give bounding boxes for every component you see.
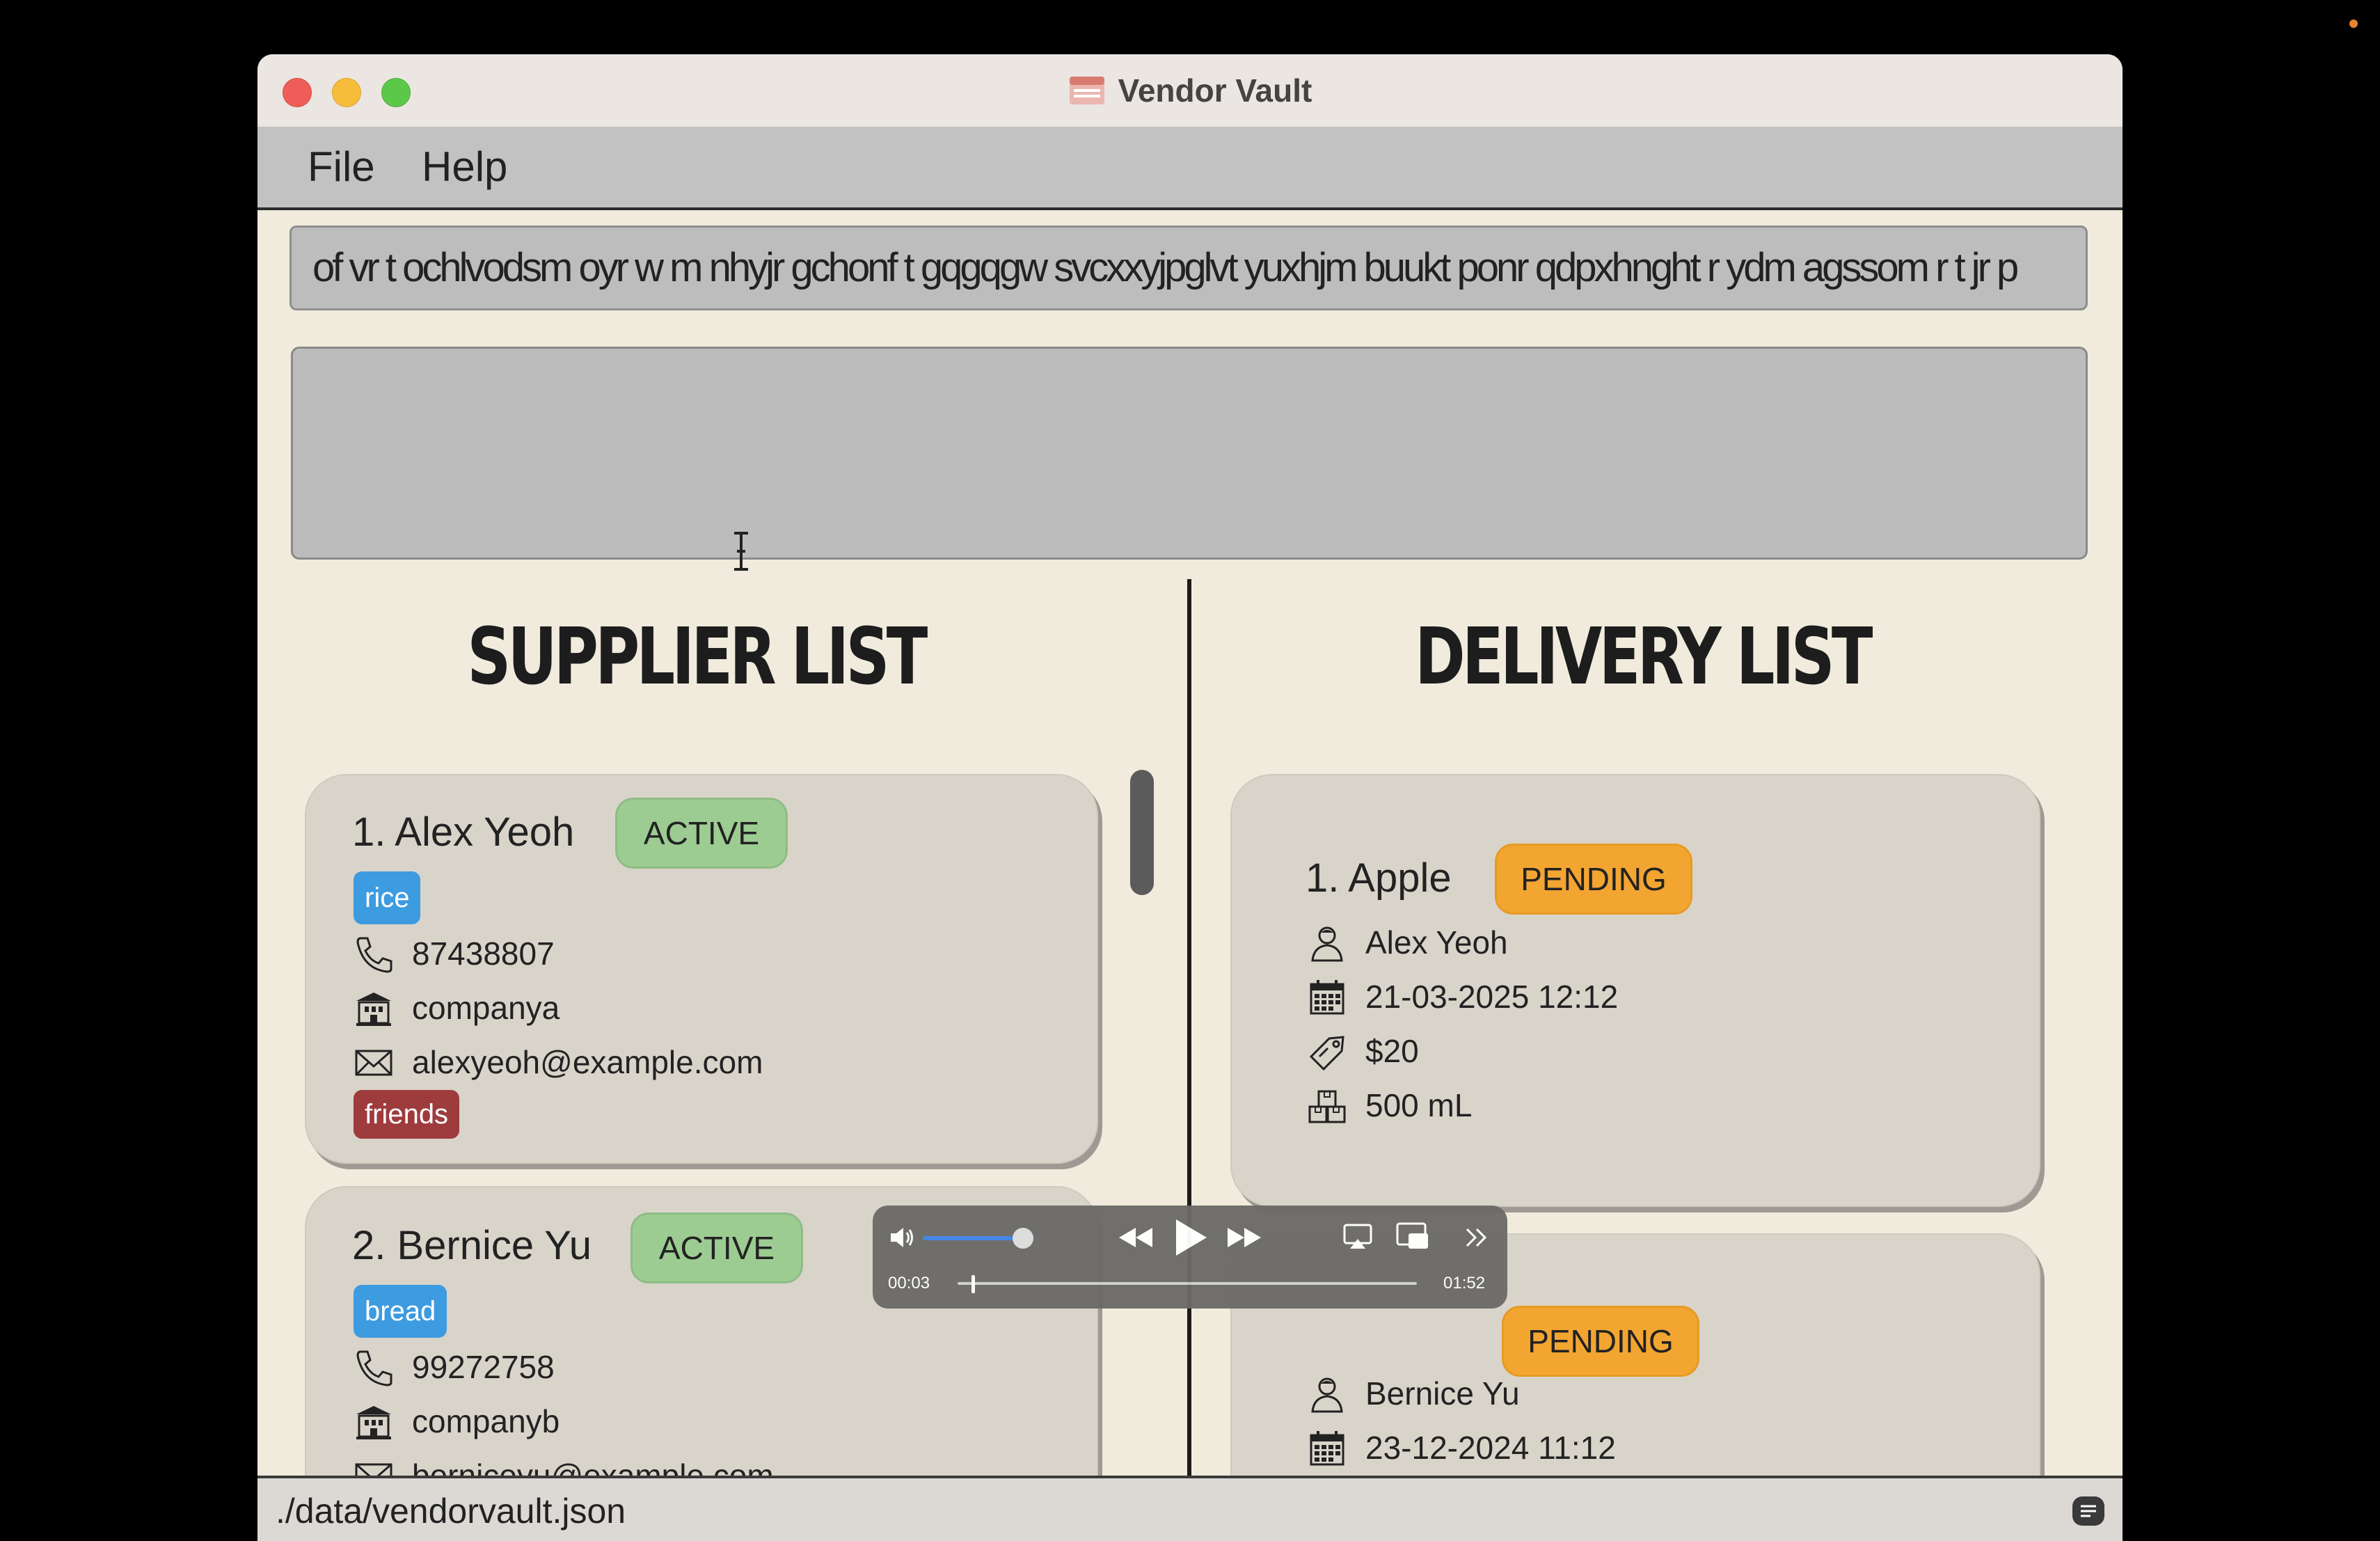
elapsed-time: 00:03 bbox=[888, 1274, 930, 1293]
status-bar: ./data/vendorvault.json bbox=[257, 1476, 2123, 1541]
supplier-list-scrollbar[interactable] bbox=[1130, 770, 1154, 895]
title-bar: Vendor Vault bbox=[257, 54, 2123, 128]
text-cursor bbox=[2087, 254, 2088, 287]
duration-time: 01:52 bbox=[1443, 1274, 1486, 1293]
play-icon[interactable] bbox=[1171, 1217, 1209, 1258]
seek-knob[interactable] bbox=[971, 1275, 975, 1293]
cost-text: $20 bbox=[1365, 1033, 1419, 1069]
calendar-icon bbox=[1310, 980, 1344, 1015]
supplier-text: Bernice Yu bbox=[1365, 1375, 1520, 1412]
data-file-path: ./data/vendorvault.json bbox=[276, 1492, 626, 1531]
supplier-name: 1. Alex Yeoh bbox=[352, 809, 575, 855]
building-icon bbox=[356, 993, 391, 1026]
list-divider bbox=[1187, 579, 1191, 1526]
status-badge: PENDING bbox=[1502, 1306, 1699, 1377]
rewind-icon[interactable] bbox=[1116, 1225, 1155, 1250]
delivery-product: 1. Apple bbox=[1306, 855, 1452, 901]
datetime-text: 21-03-2025 12:12 bbox=[1365, 979, 1619, 1015]
company-text: companya bbox=[412, 990, 560, 1026]
label-tag: friends bbox=[354, 1090, 460, 1139]
status-badge: ACTIVE bbox=[615, 798, 788, 869]
live-text-icon[interactable] bbox=[2071, 1495, 2106, 1527]
quantity-text: 500 mL bbox=[1365, 1087, 1473, 1123]
phone-text: 87438807 bbox=[412, 935, 555, 972]
phone-icon bbox=[356, 1350, 392, 1386]
envelope-icon bbox=[355, 1050, 392, 1076]
seek-bar[interactable] bbox=[958, 1282, 1417, 1285]
recording-indicator bbox=[2349, 19, 2358, 28]
more-chevrons-icon[interactable] bbox=[1464, 1225, 1489, 1250]
email-text: alexyeoh@example.com bbox=[412, 1044, 763, 1080]
window-title: Vendor Vault bbox=[257, 54, 2123, 127]
menu-file[interactable]: File bbox=[308, 127, 375, 207]
window-title-text: Vendor Vault bbox=[1118, 72, 1312, 109]
airplay-icon[interactable] bbox=[1343, 1224, 1372, 1250]
calendar-icon bbox=[1310, 1431, 1344, 1466]
phone-text: 99272758 bbox=[412, 1349, 555, 1385]
person-icon bbox=[1311, 1377, 1343, 1413]
menu-bar: File Help bbox=[257, 127, 2123, 210]
ibeam-cursor-icon bbox=[734, 532, 748, 571]
media-player-overlay[interactable]: 00:03 01:52 bbox=[873, 1206, 1507, 1309]
delivery-card[interactable]: 1. Apple PENDING Alex Yeoh 21-03-2025 12… bbox=[1230, 774, 2040, 1207]
command-input[interactable]: of vr t ochlvodsm oyr w m nhyjr gchonf t… bbox=[289, 226, 2088, 310]
datetime-text: 23-12-2024 11:12 bbox=[1365, 1430, 1616, 1466]
product-tag: bread bbox=[354, 1285, 447, 1338]
product-tag: rice bbox=[354, 871, 421, 924]
boxes-icon bbox=[1308, 1090, 1346, 1123]
status-badge: PENDING bbox=[1495, 844, 1692, 915]
menu-help[interactable]: Help bbox=[422, 127, 507, 207]
fast-forward-icon[interactable] bbox=[1225, 1225, 1264, 1250]
company-text: companyb bbox=[412, 1403, 560, 1439]
supplier-card[interactable]: 1. Alex Yeoh ACTIVE rice 87438807 compan… bbox=[305, 774, 1098, 1164]
status-badge: ACTIVE bbox=[630, 1212, 803, 1283]
building-icon bbox=[356, 1406, 391, 1439]
delivery-list-panel[interactable]: 1. Apple PENDING Alex Yeoh 21-03-2025 12… bbox=[1211, 713, 2109, 1499]
price-tag-icon bbox=[1309, 1036, 1344, 1070]
delivery-list-heading: DELIVERY LIST bbox=[1415, 612, 1873, 702]
supplier-text: Alex Yeoh bbox=[1365, 924, 1508, 961]
supplier-name: 2. Bernice Yu bbox=[352, 1223, 592, 1268]
supplier-list-heading: SUPPLIER LIST bbox=[467, 612, 928, 702]
person-icon bbox=[1311, 926, 1343, 962]
result-display[interactable] bbox=[291, 347, 2088, 560]
supplier-list-panel[interactable]: 1. Alex Yeoh ACTIVE rice 87438807 compan… bbox=[285, 713, 1165, 1499]
volume-knob[interactable] bbox=[1013, 1228, 1033, 1249]
command-input-text: of vr t ochlvodsm oyr w m nhyjr gchonf t… bbox=[312, 245, 2019, 290]
app-window: Vendor Vault File Help of vr t ochlvodsm… bbox=[257, 54, 2123, 1541]
volume-icon[interactable] bbox=[888, 1225, 916, 1250]
app-icon bbox=[1069, 77, 1104, 104]
picture-in-picture-icon[interactable] bbox=[1396, 1222, 1429, 1250]
phone-icon bbox=[356, 937, 392, 973]
